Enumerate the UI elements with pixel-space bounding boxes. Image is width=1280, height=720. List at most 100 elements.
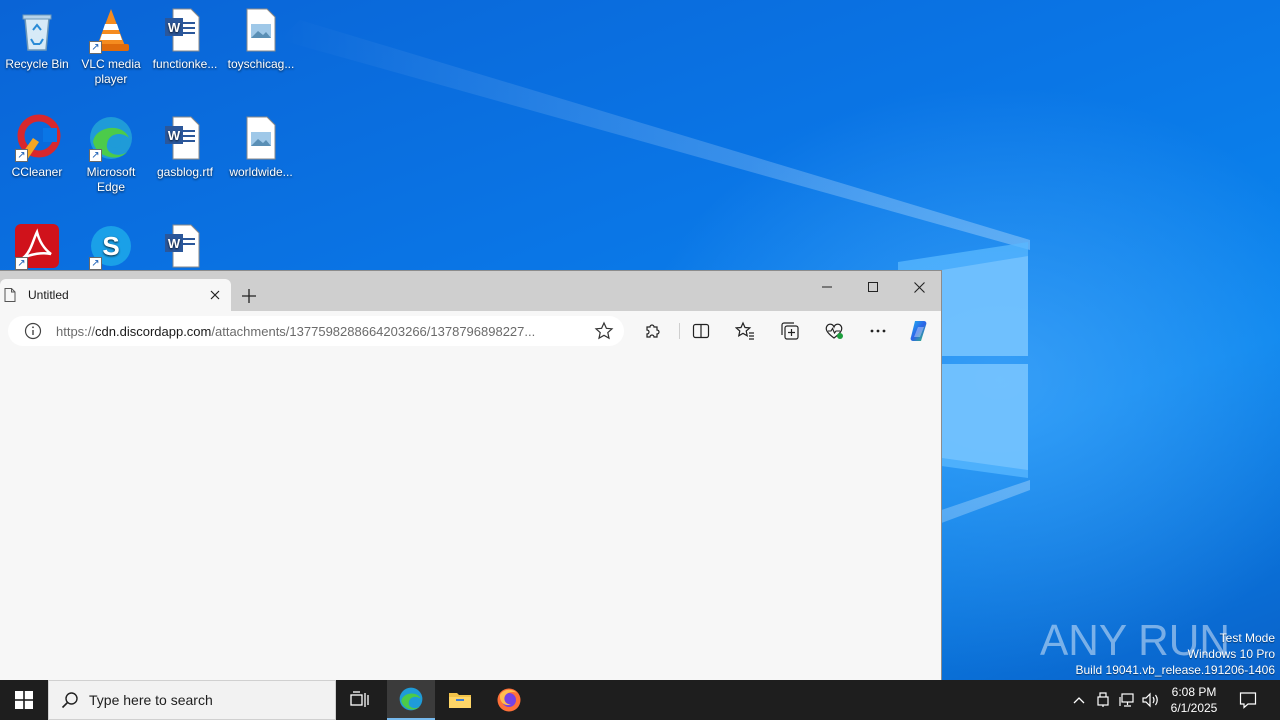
edge-icon: [399, 687, 423, 711]
image-file-icon: [246, 116, 276, 160]
shortcut-arrow-icon: ↗: [15, 257, 28, 270]
page-icon: [4, 288, 16, 302]
desktop-icon-label: toyschicag...: [227, 57, 295, 71]
desktop-icon-functionke[interactable]: W functionke...: [148, 0, 222, 72]
split-screen-button[interactable]: [689, 319, 713, 343]
desktop-icon-vlc[interactable]: ↗ VLC media player: [74, 0, 148, 87]
desktop-icon-skype[interactable]: S ↗: [74, 216, 148, 273]
taskbar: Type here to search 6:08 PM 6/1/2025: [0, 680, 1280, 720]
search-placeholder: Type here to search: [89, 692, 213, 708]
speaker-icon: [1142, 692, 1158, 708]
close-icon: [913, 281, 925, 293]
word-document-icon: W: [165, 116, 200, 160]
desktop-icon-label: Microsoft Edge: [86, 165, 136, 194]
word-document-icon: W: [165, 8, 200, 52]
task-view-icon: [350, 691, 369, 707]
desktop-icon-label: VLC media player: [81, 57, 141, 86]
taskbar-edge[interactable]: [387, 680, 435, 720]
close-window-button[interactable]: [896, 271, 942, 303]
desktop-icon-edge[interactable]: ↗ Microsoft Edge: [74, 108, 148, 195]
desktop-icon-toyschicag[interactable]: toyschicag...: [224, 0, 298, 72]
image-file-icon: [246, 8, 276, 52]
copilot-button[interactable]: [907, 319, 931, 343]
tab-close-button[interactable]: [207, 287, 223, 303]
task-view-button[interactable]: [336, 680, 384, 720]
url-path: /attachments/1377598288664203266/1378796…: [211, 323, 536, 339]
notification-icon: [1239, 692, 1257, 709]
clock-date: 6/1/2025: [1170, 701, 1218, 715]
chevron-up-icon: [1073, 697, 1085, 704]
tab-untitled[interactable]: Untitled: [0, 279, 231, 311]
url-text[interactable]: https://cdn.discordapp.com/attachments/1…: [56, 324, 584, 339]
start-button[interactable]: [0, 680, 48, 720]
minimize-button[interactable]: [804, 271, 850, 303]
desktop-icon-ccleaner[interactable]: ↗ CCleaner: [0, 108, 74, 180]
maximize-icon: [868, 282, 878, 292]
tab-strip: Untitled: [0, 271, 941, 311]
copilot-icon: [910, 321, 927, 341]
close-icon: [210, 290, 220, 300]
info-icon[interactable]: [24, 322, 42, 340]
plus-icon: [242, 289, 256, 303]
svg-text:W: W: [168, 236, 181, 251]
split-screen-icon: [692, 323, 710, 339]
shortcut-arrow-icon: ↗: [89, 257, 102, 270]
recycle-bin-icon: [22, 14, 52, 51]
usb-device-icon: [1097, 692, 1109, 707]
browser-toolbar: https://cdn.discordapp.com/attachments/1…: [0, 311, 941, 351]
collections-icon: [781, 322, 799, 340]
build-text: Build 19041.vb_release.191206-1406: [1075, 663, 1276, 677]
settings-more-button[interactable]: [866, 319, 890, 343]
more-icon: [870, 329, 886, 333]
clock-time: 6:08 PM: [1171, 685, 1217, 699]
new-tab-button[interactable]: [238, 285, 260, 307]
search-icon: [61, 692, 78, 709]
word-document-icon: W: [165, 224, 200, 268]
browser-essentials-button[interactable]: [822, 319, 846, 343]
desktop-icon-worldwide[interactable]: worldwide...: [224, 108, 298, 180]
url-host: cdn.discordapp.com: [95, 323, 212, 339]
maximize-button[interactable]: [850, 271, 896, 303]
taskbar-clock[interactable]: 6:08 PM 6/1/2025: [1164, 680, 1224, 720]
page-content[interactable]: [0, 351, 941, 680]
tray-network-button[interactable]: [1116, 680, 1138, 720]
desktop-icon-gasblog[interactable]: W gasblog.rtf: [148, 108, 222, 180]
shortcut-arrow-icon: ↗: [89, 41, 102, 54]
tab-title: Untitled: [28, 288, 69, 302]
desktop-icon-document[interactable]: W: [148, 216, 222, 273]
folder-icon: [449, 693, 471, 708]
url-prefix: https://: [56, 323, 96, 339]
address-bar[interactable]: https://cdn.discordapp.com/attachments/1…: [8, 316, 624, 346]
system-info-overlay: Test Mode Windows 10 Pro Build 19041.vb_…: [1076, 630, 1276, 678]
desktop-icon-label: worldwide...: [229, 165, 293, 179]
extensions-button[interactable]: [641, 319, 665, 343]
minimize-icon: [822, 286, 832, 288]
toolbar-divider: [679, 323, 680, 339]
desktop-icon-label: CCleaner: [11, 165, 63, 179]
windows-start-icon: [15, 691, 33, 709]
svg-text:S: S: [102, 231, 119, 261]
desktop-icon-label: gasblog.rtf: [156, 165, 214, 179]
show-hidden-icons-button[interactable]: [1068, 680, 1090, 720]
firefox-icon: [497, 688, 521, 712]
desktop-icon-label: functionke...: [152, 57, 218, 71]
tray-volume-button[interactable]: [1140, 680, 1162, 720]
shortcut-arrow-icon: ↗: [89, 149, 102, 162]
favorites-icon: [735, 321, 754, 340]
os-edition-text: Windows 10 Pro: [1187, 647, 1275, 661]
favorite-star-icon[interactable]: [594, 321, 614, 341]
collections-button[interactable]: [778, 319, 802, 343]
taskbar-search[interactable]: Type here to search: [48, 680, 336, 720]
desktop-icon-recycle-bin[interactable]: Recycle Bin: [0, 0, 74, 72]
shortcut-arrow-icon: ↗: [15, 149, 28, 162]
browser-window: Untitled https://cdn.discordapp.com/atta…: [0, 270, 942, 680]
action-center-button[interactable]: [1230, 680, 1266, 720]
tray-device-button[interactable]: [1092, 680, 1114, 720]
taskbar-file-explorer[interactable]: [436, 680, 484, 720]
test-mode-text: Test Mode: [1219, 631, 1275, 645]
favorites-button[interactable]: [733, 319, 757, 343]
taskbar-firefox[interactable]: [485, 680, 533, 720]
network-icon: [1119, 693, 1134, 707]
desktop-icon-acrobat[interactable]: ↗: [0, 216, 74, 273]
puzzle-icon: [646, 324, 660, 338]
